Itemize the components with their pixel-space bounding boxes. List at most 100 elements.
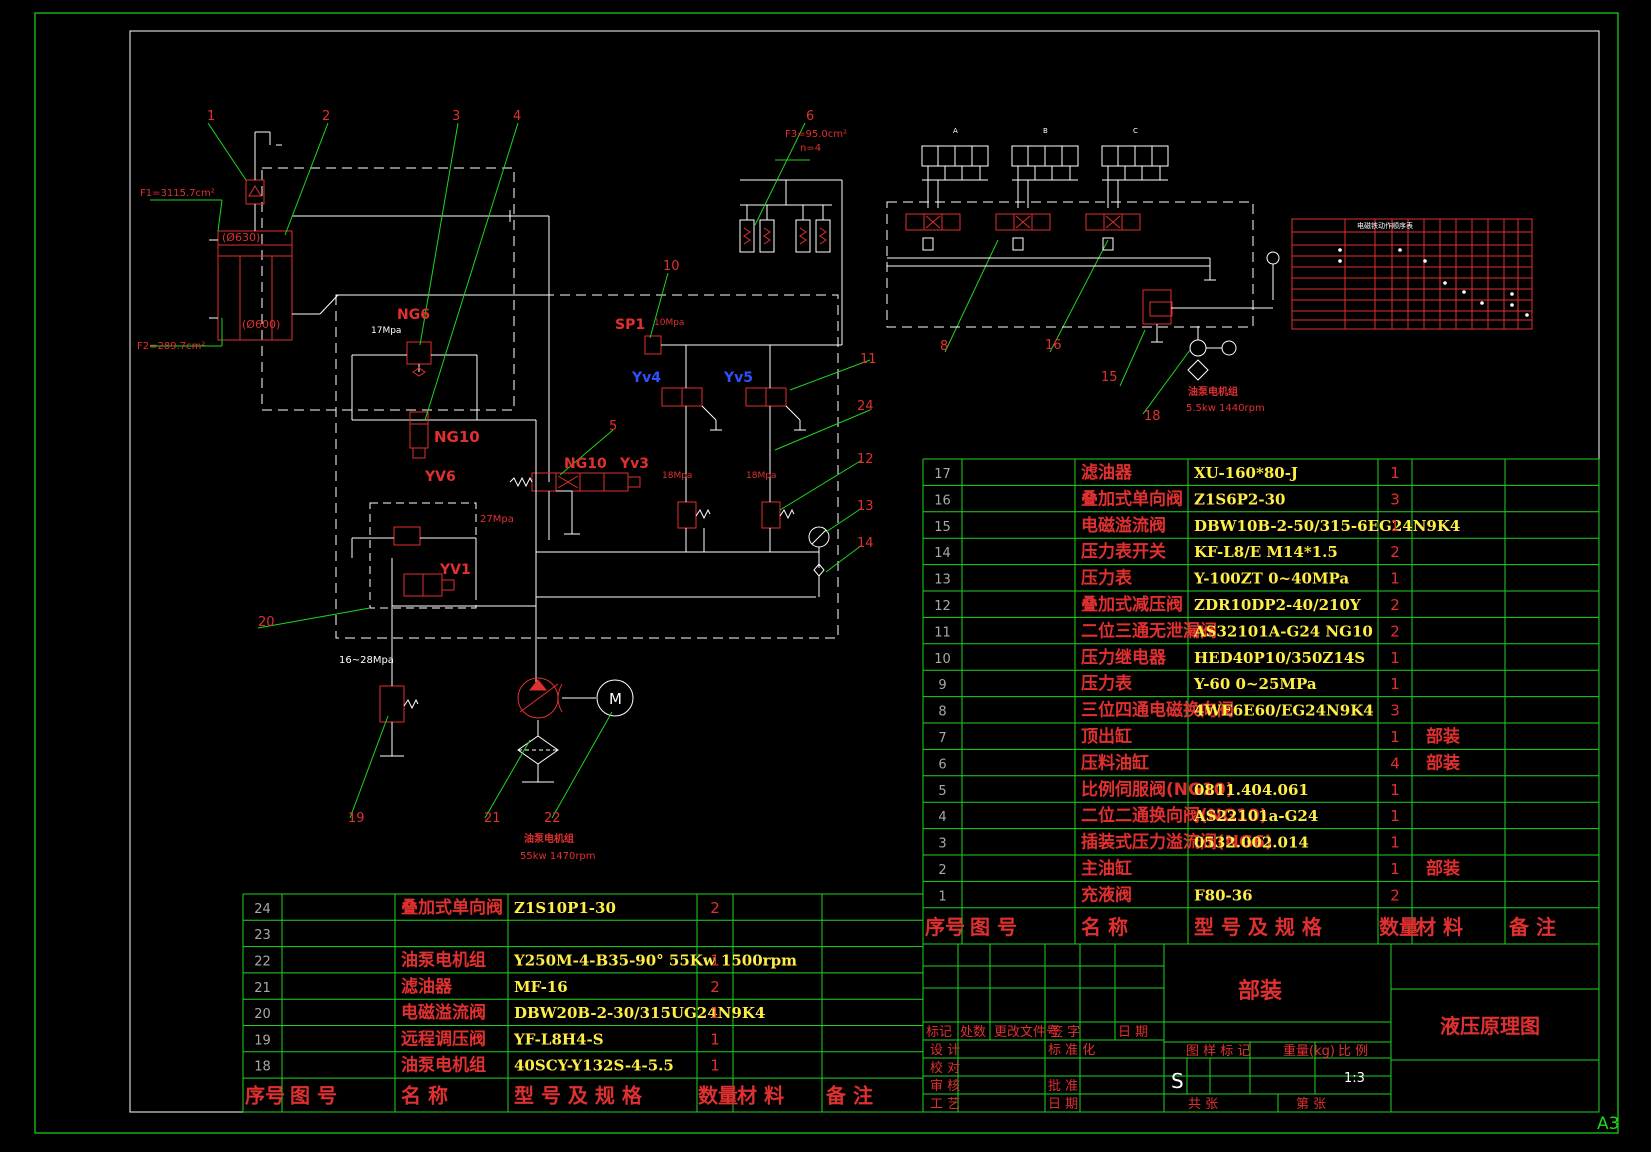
approve-label: 批 准 [1048,1079,1078,1094]
n4-label: n=4 [800,143,821,154]
bom-left-name-0: 叠加式单向阀 [401,897,503,918]
bom-right-code-14: 0532.002.014 [1194,834,1309,852]
date2-label: 日 期 [1048,1097,1078,1112]
bom-left-qty-0: 2 [710,899,720,917]
bom-left-code-5: YF-L8H4-S [513,1030,604,1048]
bom-right-code-2: DBW10B-2-50/315-6EG24N9K4 [1194,517,1460,535]
bore-630-label: (Ø630) [222,231,260,244]
callout-numbers: 1 2 3 4 5 6 8 10 11 12 13 14 15 16 18 19… [207,109,1161,826]
bom-left-code-4: DBW20B-2-30/315UG24N9K4 [514,1004,765,1022]
bom-right-name-7: 压力继电器 [1081,647,1167,668]
bom-right-header-material: 材 料 [1416,915,1463,939]
callout-2: 2 [322,109,330,124]
bom-right-code-0: XU-160*80-J [1194,464,1298,482]
group-a-label: A [953,127,958,135]
bom-right-qty-3: 2 [1390,543,1400,561]
bom-left-grid [242,893,924,1113]
bom-right-code-8: Y-60 0~25MPa [1193,675,1317,693]
p27-label: 27Mpa [480,514,514,525]
main-pump-spec: 55kw 1470rpm [520,851,596,862]
p18b-label: 18Mpa [746,471,776,481]
callout-14: 14 [857,536,874,551]
solenoid-table-title: 电磁铁动作顺序表 [1357,221,1413,230]
callout-3: 3 [452,109,460,124]
callout-20: 20 [258,615,275,630]
yv6-label: YV6 [424,469,456,485]
bom-right-no-0: 17 [934,467,951,482]
bore-600-label: (Ø600) [242,318,280,331]
drawing-title: 液压原理图 [1440,1014,1540,1038]
bom-right-no-4: 13 [934,573,951,588]
main-hydraulic-circuit [209,131,843,783]
review-label: 审 核 [930,1079,960,1094]
bom-left-header-drawing: 图 号 [290,1083,337,1107]
inner-border [129,30,1600,1113]
callout-22: 22 [544,811,561,826]
bom-right-name-5: 叠加式减压阀 [1081,594,1183,615]
callout-1: 1 [207,109,215,124]
sp1-label: SP1 [615,317,645,333]
bom-left-qty-6: 1 [710,1057,720,1075]
bom-right-no-9: 8 [938,705,946,720]
bom-left-header-remark: 备 注 [825,1083,873,1107]
date-label: 日 期 [1118,1025,1148,1040]
bom-left-no-5: 19 [254,1033,271,1048]
solenoid-action-marks [1338,248,1529,317]
bom-right-no-10: 7 [938,731,946,746]
bom-right-name-1: 叠加式单向阀 [1081,488,1183,509]
bom-right-qty-7: 1 [1390,649,1400,667]
bom-right-no-2: 15 [934,520,951,535]
bom-right-name-10: 顶出缸 [1081,726,1132,747]
bom-right-no-14: 3 [938,837,946,852]
outer-border [34,12,1619,1134]
bom-right-qty-8: 1 [1390,675,1400,693]
bom-right-header-drawing: 图 号 [970,915,1017,939]
callout-10: 10 [663,259,680,274]
count-label: 处数 [960,1025,986,1040]
bom-left-name-4: 电磁溢流阀 [401,1002,486,1023]
f1-label: F1=3115.7cm² [140,188,215,199]
bom-left-no-0: 24 [254,902,271,917]
callout-11: 11 [860,352,877,367]
bom-right-table: 17 滤油器 XU-160*80-J 116 叠加式单向阀 Z1S6P2-30 315 电磁溢… [925,462,1556,939]
bom-right-header-spec: 型 号 及 规 格 [1194,915,1323,939]
bom-right-qty-12: 1 [1390,781,1400,799]
bom-right-code-13: AS22101a-G24 [1193,807,1318,825]
yv1-label: YV1 [439,562,471,578]
yv4-label: Yv4 [631,370,661,386]
callout-8: 8 [940,339,948,354]
bom-right-name-0: 滤油器 [1081,462,1133,483]
bom-left-header-qty: 数量 [698,1083,738,1107]
bom-left-no-3: 21 [254,981,271,996]
bom-right-no-16: 1 [938,889,946,904]
aux-pump-spec: 5.5kw 1440rpm [1186,403,1265,414]
bom-right-name-2: 电磁溢流阀 [1081,515,1166,536]
bom-right-no-3: 14 [934,546,951,561]
bom-right-name-16: 充液阀 [1081,884,1132,905]
group-b-label: B [1043,127,1048,135]
mark-label: 标记 [926,1025,952,1040]
yv3-label: Yv3 [619,456,649,472]
bom-right-code-3: KF-L8/E M14*1.5 [1194,543,1338,561]
bom-right-qty-6: 2 [1390,622,1400,640]
bom-right-name-15: 主油缸 [1081,858,1132,879]
bom-right-name-8: 压力表 [1081,673,1133,694]
bom-right-code-16: F80-36 [1194,886,1253,904]
bom-right-qty-10: 1 [1390,728,1400,746]
bom-left-name-2: 油泵电机组 [401,950,486,971]
bom-right-note-10: 部装 [1426,726,1460,747]
bom-right-qty-15: 1 [1390,860,1400,878]
bom-right-code-6: AS32101A-G24 NG10 [1193,622,1373,640]
sheet-no-label: 第 张 [1296,1097,1326,1112]
bom-left-code-2: Y250M-4-B35-90° 55Kw 1500rpm [513,952,797,970]
bom-right-no-6: 11 [934,625,951,640]
bom-right-no-5: 12 [934,599,951,614]
bom-left-header-name: 名 称 [401,1083,448,1107]
bom-left-table: 24 叠加式单向阀 Z1S10P1-30 2 23 22 油泵电机组 Y250M-4-B35-… [245,897,873,1108]
bom-right-header-name: 名 称 [1081,915,1128,939]
bom-right-no-11: 6 [938,757,946,772]
bom-left-name-5: 远程调压阀 [401,1028,486,1049]
p18a-label: 18Mpa [662,471,692,481]
bom-right-code-1: Z1S6P2-30 [1194,490,1285,508]
bom-right-qty-5: 2 [1390,596,1400,614]
